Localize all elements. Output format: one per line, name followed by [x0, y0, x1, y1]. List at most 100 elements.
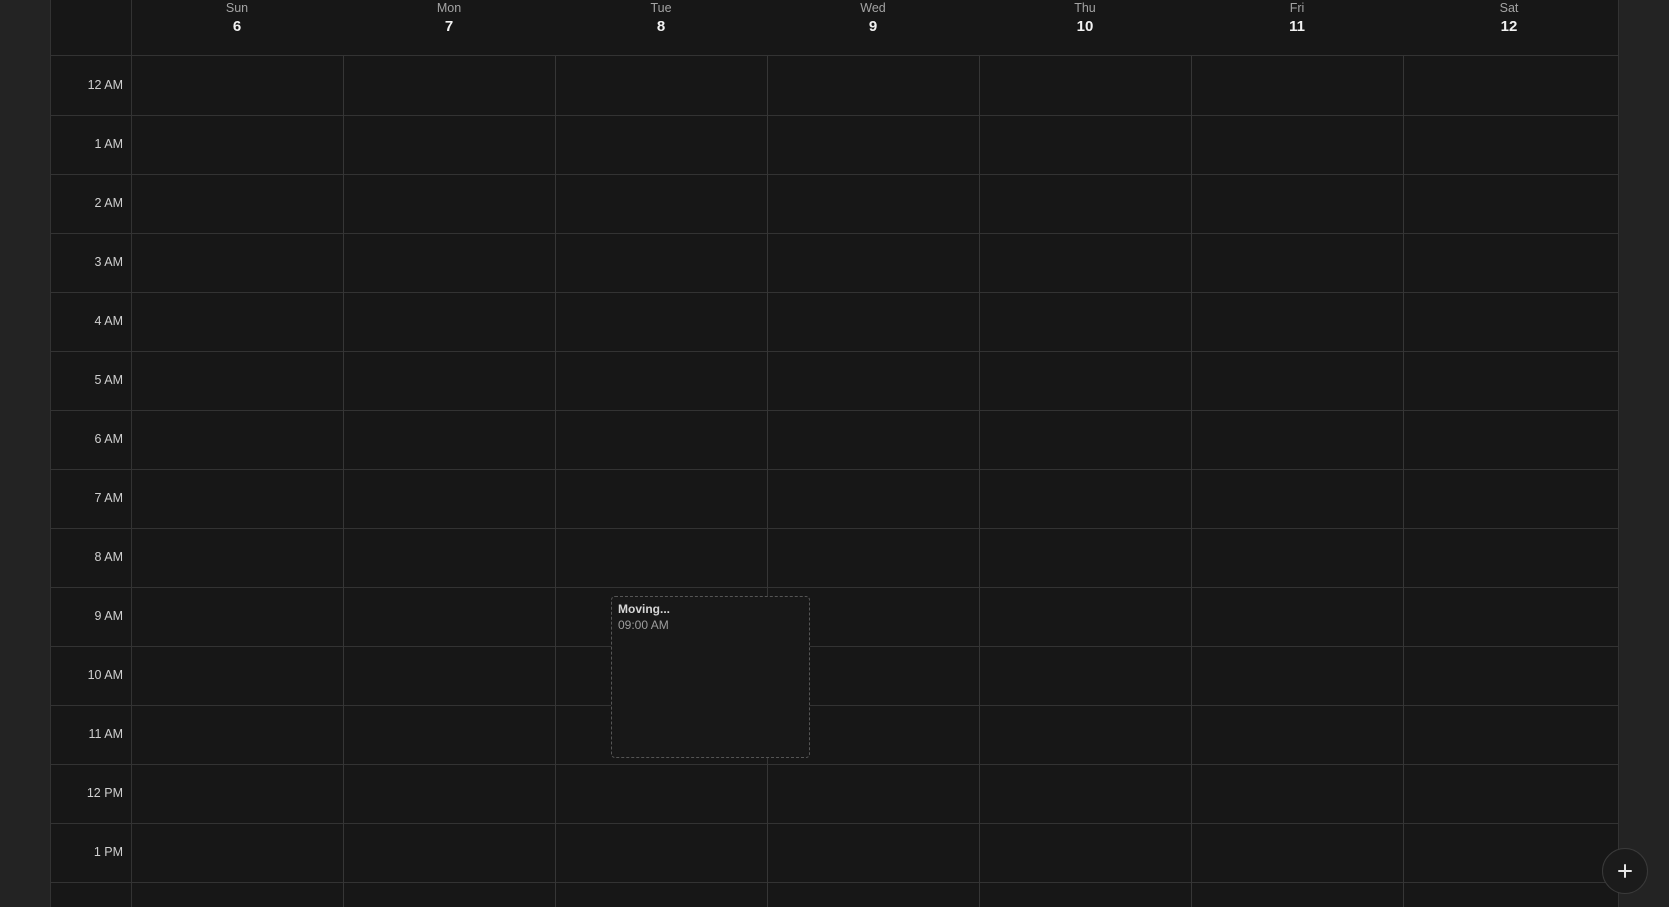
time-slot[interactable]	[980, 57, 1191, 116]
time-slot[interactable]	[344, 234, 555, 293]
time-slot[interactable]	[1404, 647, 1615, 706]
time-slot[interactable]	[980, 234, 1191, 293]
time-slot[interactable]	[556, 116, 767, 175]
time-slot[interactable]	[132, 293, 343, 352]
time-slot[interactable]	[132, 824, 343, 883]
time-slot[interactable]	[768, 57, 979, 116]
time-slot[interactable]	[132, 647, 343, 706]
time-slot[interactable]	[132, 57, 343, 116]
time-slot[interactable]	[768, 529, 979, 588]
time-slot[interactable]	[344, 529, 555, 588]
time-slot[interactable]	[1404, 470, 1615, 529]
time-slot[interactable]	[1192, 588, 1403, 647]
time-slot[interactable]	[980, 352, 1191, 411]
time-slot[interactable]	[132, 588, 343, 647]
time-slot[interactable]	[768, 352, 979, 411]
time-slot[interactable]	[980, 411, 1191, 470]
time-slot[interactable]	[556, 470, 767, 529]
time-slot[interactable]	[1192, 234, 1403, 293]
time-slot[interactable]	[132, 411, 343, 470]
time-slot[interactable]	[1404, 293, 1615, 352]
time-slot[interactable]	[1192, 824, 1403, 883]
time-slot[interactable]	[132, 352, 343, 411]
time-slot[interactable]	[980, 647, 1191, 706]
time-slot[interactable]	[768, 824, 979, 883]
day-header-fri[interactable]: Fri 11	[1191, 0, 1403, 55]
time-slot[interactable]	[980, 116, 1191, 175]
time-slot[interactable]	[556, 765, 767, 824]
time-slot[interactable]	[1404, 588, 1615, 647]
add-event-button[interactable]	[1602, 848, 1648, 894]
time-slot[interactable]	[132, 175, 343, 234]
time-slot[interactable]	[1192, 529, 1403, 588]
day-header-sat[interactable]: Sat 12	[1403, 0, 1615, 55]
day-header-mon[interactable]: Mon 7	[343, 0, 555, 55]
time-slot[interactable]	[132, 470, 343, 529]
time-slot[interactable]	[980, 470, 1191, 529]
time-slot[interactable]	[1404, 411, 1615, 470]
time-slot[interactable]	[980, 175, 1191, 234]
time-slot[interactable]	[132, 706, 343, 765]
time-slot[interactable]	[1192, 706, 1403, 765]
day-header-wed[interactable]: Wed 9	[767, 0, 979, 55]
time-slot[interactable]	[344, 57, 555, 116]
time-slot[interactable]	[980, 293, 1191, 352]
time-slot[interactable]	[556, 529, 767, 588]
time-slot[interactable]	[1192, 765, 1403, 824]
time-slot[interactable]	[1404, 234, 1615, 293]
time-slot[interactable]	[1192, 411, 1403, 470]
time-slot[interactable]	[1192, 57, 1403, 116]
dragging-event-ghost[interactable]: Moving... 09:00 AM	[611, 596, 810, 758]
time-slot[interactable]	[1404, 116, 1615, 175]
time-slot[interactable]	[1192, 175, 1403, 234]
time-slot[interactable]	[768, 116, 979, 175]
time-slot[interactable]	[1404, 57, 1615, 116]
time-slot[interactable]	[1192, 116, 1403, 175]
time-slot[interactable]	[768, 175, 979, 234]
time-slot[interactable]	[132, 116, 343, 175]
time-slot[interactable]	[344, 411, 555, 470]
time-slot[interactable]	[344, 765, 555, 824]
time-slot[interactable]	[768, 411, 979, 470]
time-slot[interactable]	[556, 57, 767, 116]
day-header-tue[interactable]: Tue 8	[555, 0, 767, 55]
time-slot[interactable]	[344, 116, 555, 175]
time-slot[interactable]	[1192, 647, 1403, 706]
time-slot[interactable]	[344, 470, 555, 529]
day-header-sun[interactable]: Sun 6	[131, 0, 343, 55]
time-slot[interactable]	[768, 470, 979, 529]
time-slot[interactable]	[344, 824, 555, 883]
time-slot[interactable]	[344, 588, 555, 647]
time-slot[interactable]	[1404, 175, 1615, 234]
time-slot[interactable]	[1192, 293, 1403, 352]
time-slot[interactable]	[1404, 352, 1615, 411]
time-slot[interactable]	[556, 824, 767, 883]
time-slot[interactable]	[980, 588, 1191, 647]
time-slot[interactable]	[768, 234, 979, 293]
time-slot[interactable]	[556, 293, 767, 352]
time-slot[interactable]	[980, 765, 1191, 824]
time-slot[interactable]	[768, 765, 979, 824]
time-slot[interactable]	[1404, 765, 1615, 824]
time-slot[interactable]	[1192, 470, 1403, 529]
time-slot[interactable]	[1404, 706, 1615, 765]
time-slot[interactable]	[132, 529, 343, 588]
time-slot[interactable]	[132, 765, 343, 824]
day-header-thu[interactable]: Thu 10	[979, 0, 1191, 55]
time-slot[interactable]	[344, 352, 555, 411]
time-slot[interactable]	[556, 175, 767, 234]
time-slot[interactable]	[980, 529, 1191, 588]
time-slot[interactable]	[980, 824, 1191, 883]
time-slot[interactable]	[344, 293, 555, 352]
time-slot[interactable]	[344, 706, 555, 765]
time-slot[interactable]	[980, 706, 1191, 765]
time-slot[interactable]	[1192, 352, 1403, 411]
time-slot[interactable]	[344, 647, 555, 706]
time-slot[interactable]	[556, 352, 767, 411]
time-slot[interactable]	[1404, 529, 1615, 588]
time-slot[interactable]	[556, 234, 767, 293]
time-slot[interactable]	[1404, 824, 1615, 883]
time-slot[interactable]	[132, 234, 343, 293]
time-slot[interactable]	[344, 175, 555, 234]
time-slot[interactable]	[768, 293, 979, 352]
